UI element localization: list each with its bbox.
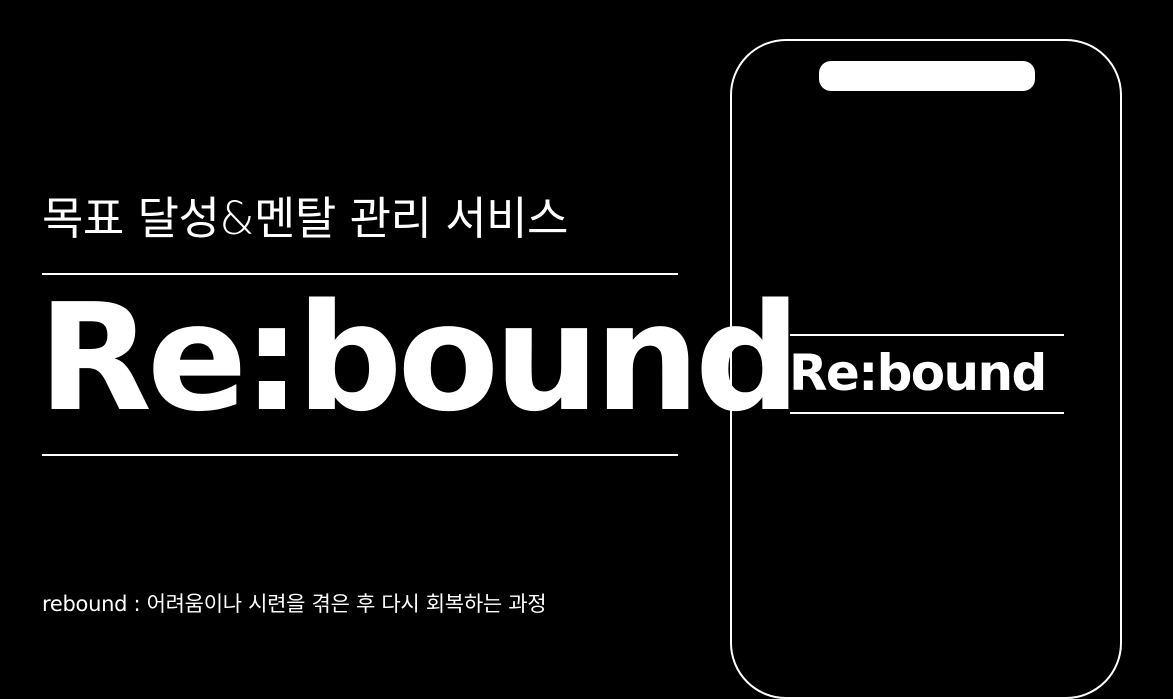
phone-bottom-divider xyxy=(790,412,1064,414)
word-definition: rebound : 어려움이나 시련을 겪은 후 다시 회복하는 과정 xyxy=(42,592,547,616)
brand-logotype: Re:bound xyxy=(38,272,801,444)
bottom-divider xyxy=(42,454,678,456)
service-subtitle: 목표 달성&멘탈 관리 서비스 xyxy=(42,192,568,245)
phone-notch xyxy=(819,61,1035,91)
phone-mockup: Re:bound xyxy=(730,39,1122,699)
phone-top-divider xyxy=(790,334,1064,336)
phone-brand-logotype: Re:bound xyxy=(789,344,1047,402)
